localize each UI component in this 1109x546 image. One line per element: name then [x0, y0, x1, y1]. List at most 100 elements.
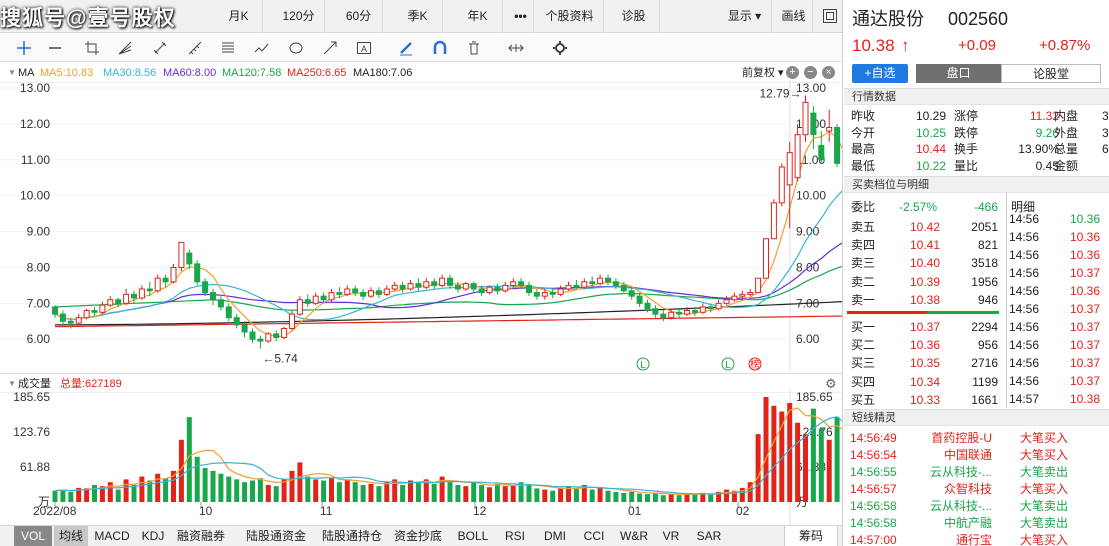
- trash-icon[interactable]: [464, 38, 484, 58]
- candle-body: [52, 306, 58, 315]
- tab-diagnose[interactable]: 诊股: [608, 0, 660, 33]
- volume-bar: [652, 492, 658, 502]
- tab-lungutang[interactable]: 论股堂: [1001, 64, 1101, 83]
- indicator-tab[interactable]: KDJ: [136, 526, 170, 546]
- candlestick-chart[interactable]: 13.0013.0012.0012.0011.0011.0010.0010.00…: [0, 80, 843, 372]
- tab-more[interactable]: •••: [508, 0, 534, 33]
- signal-stock: 云从科技-...: [930, 465, 992, 479]
- candle-body: [75, 317, 82, 324]
- event-mark-label: 榜: [750, 358, 760, 371]
- crosshair-icon[interactable]: [14, 38, 34, 58]
- volume-bar: [771, 405, 777, 502]
- candle-body: [581, 281, 588, 288]
- indicator-tab[interactable]: SAR: [692, 526, 726, 546]
- magnet-icon[interactable]: [430, 38, 450, 58]
- up-arrow-icon: ↑: [901, 36, 910, 55]
- fan-lines-icon[interactable]: [115, 38, 135, 58]
- candle-body: [770, 202, 777, 240]
- candle-body: [834, 126, 841, 164]
- zoom-out-icon[interactable]: −: [804, 66, 817, 79]
- cycle-icon[interactable]: [286, 38, 306, 58]
- text-box-icon[interactable]: A: [354, 38, 374, 58]
- indicator-tab[interactable]: 资金抄底: [390, 526, 446, 546]
- volume-bar: [810, 408, 816, 502]
- candle-body: [273, 333, 280, 338]
- move-icon[interactable]: [506, 38, 526, 58]
- tab-120min[interactable]: 120分: [273, 0, 325, 33]
- indicator-tab[interactable]: VR: [656, 526, 686, 546]
- candle-body: [146, 288, 153, 292]
- candle-body: [249, 331, 256, 340]
- volume-bar: [455, 485, 461, 502]
- volume-bar: [305, 476, 311, 502]
- volume-bar: [115, 489, 121, 502]
- tab-stock-info[interactable]: 个股资料: [536, 0, 604, 33]
- indicator-tab[interactable]: RSI: [500, 526, 530, 546]
- price-change: +0.09: [958, 37, 996, 54]
- settings-gear-icon[interactable]: [550, 38, 570, 58]
- candle-body: [344, 288, 351, 295]
- candle-body: [312, 295, 319, 304]
- add-favorite-button[interactable]: +自选: [852, 64, 908, 83]
- candle-body: [202, 281, 209, 294]
- indicator-tab[interactable]: BOLL: [454, 526, 492, 546]
- crop-icon[interactable]: [82, 38, 102, 58]
- horizontal-line-icon[interactable]: [45, 38, 65, 58]
- candle-body: [518, 281, 525, 286]
- arrow-tool-icon[interactable]: [320, 38, 340, 58]
- link-icon[interactable]: [150, 38, 170, 58]
- short-section-title: 短线精灵: [844, 409, 1109, 426]
- indicator-tab[interactable]: CCI: [578, 526, 610, 546]
- trend-line-icon[interactable]: [252, 38, 272, 58]
- indicator-tab[interactable]: 陆股通资金: [240, 526, 312, 546]
- draw-line-button[interactable]: 画线: [775, 0, 813, 33]
- ruler-icon[interactable]: [185, 38, 205, 58]
- tab-quarter-k[interactable]: 季K: [393, 0, 443, 33]
- candle-body: [778, 166, 785, 204]
- candle-body: [802, 101, 809, 136]
- volume-bar: [826, 439, 832, 502]
- tab-60min[interactable]: 60分: [335, 0, 383, 33]
- candle-body: [628, 290, 635, 297]
- indicator-tab[interactable]: MACD: [90, 526, 134, 546]
- indicator-tab[interactable]: W&R: [616, 526, 652, 546]
- zoom-in-icon[interactable]: +: [786, 66, 799, 79]
- candle-body: [589, 281, 596, 285]
- tab-month-k[interactable]: 月K: [215, 0, 263, 33]
- indicator-tab[interactable]: 融资融券: [174, 526, 228, 546]
- indicator-tab[interactable]: VOL: [14, 526, 52, 546]
- volume-chart[interactable]: 185.65185.65123.76123.7661.8861.88万万2022…: [0, 390, 843, 525]
- volume-bar: [155, 473, 161, 502]
- signal-type: 大笔买入: [1020, 482, 1069, 496]
- tab-year-k[interactable]: 年K: [453, 0, 503, 33]
- tab-pankou[interactable]: 盘口: [916, 64, 1001, 83]
- candle-body: [810, 112, 817, 136]
- date-label: 2022/08: [33, 504, 77, 518]
- indicator-tab[interactable]: 陆股通持仓: [316, 526, 388, 546]
- date-label: 10: [199, 504, 213, 518]
- quote-cell: 最高: [851, 142, 876, 156]
- signal-stock: 众智科技: [943, 482, 992, 496]
- volume-bar: [281, 479, 287, 502]
- event-mark-label: L: [640, 360, 646, 371]
- fullscreen-icon[interactable]: [818, 0, 842, 33]
- candle-body: [83, 310, 90, 319]
- detail-time: 14:56: [1009, 302, 1040, 316]
- indicator-tab[interactable]: DMI: [538, 526, 572, 546]
- pen-icon[interactable]: [396, 38, 416, 58]
- sell-level-price: 10.39: [909, 274, 940, 289]
- text-lines-icon[interactable]: [218, 38, 238, 58]
- volume-bar: [787, 403, 793, 502]
- quote-cell: 最低: [851, 158, 876, 173]
- detail-price: 10.36: [1069, 230, 1100, 244]
- candle-body: [99, 304, 106, 313]
- price-tick-right: 10.00: [796, 189, 826, 203]
- volume-bar: [408, 480, 413, 502]
- quote-cell: 总量: [1054, 142, 1079, 156]
- close-circle-icon[interactable]: ×: [822, 66, 835, 79]
- signal-type: 大笔买入: [1020, 533, 1069, 546]
- display-dropdown[interactable]: 显示 ▾: [718, 0, 772, 33]
- volume-bar: [645, 494, 650, 502]
- indicator-tab[interactable]: 筹码: [784, 526, 838, 546]
- indicator-tab[interactable]: 均线: [54, 526, 88, 546]
